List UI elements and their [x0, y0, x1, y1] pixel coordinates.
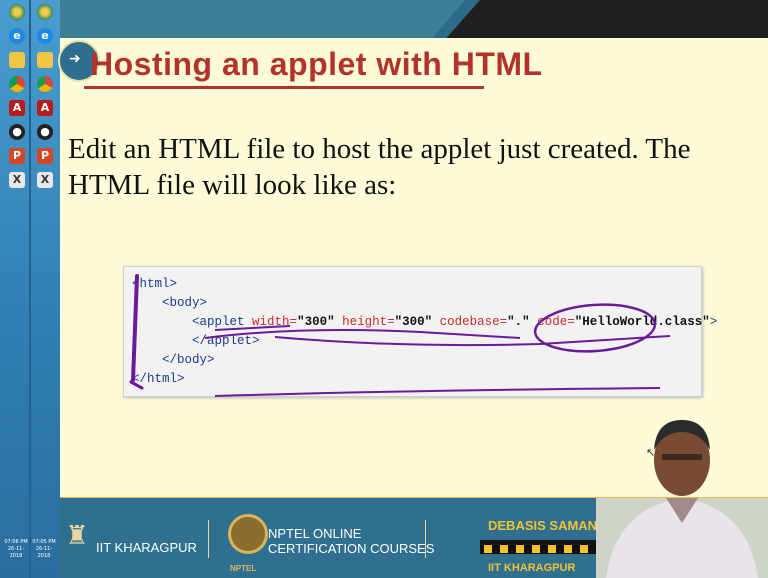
nptel-logo-icon: [228, 514, 268, 554]
media-icon[interactable]: ●: [9, 124, 25, 140]
slide-title: Hosting an applet with HTML: [90, 46, 543, 82]
clock-time: 07:06 PM: [4, 539, 28, 545]
taskbar-column-1: e A ● P X: [4, 4, 30, 196]
pdf-icon[interactable]: A: [9, 100, 25, 116]
footer-org: IIT KHARAGPUR: [96, 540, 197, 555]
code-attr-height: height=: [342, 315, 395, 329]
code-applet-open: <applet: [192, 315, 245, 329]
taskbar-clock[interactable]: 07:05 PM 26-11-2018: [31, 539, 57, 560]
powerpoint-icon[interactable]: P: [9, 148, 25, 164]
footer-nptel: NPTEL ONLINE CERTIFICATION COURSES: [268, 526, 434, 556]
code-attr-code: code=: [537, 315, 575, 329]
chrome-icon[interactable]: [37, 76, 53, 92]
footer-separator: [208, 520, 209, 558]
clock-date: 26-11-2018: [35, 546, 53, 559]
ie-icon[interactable]: e: [9, 28, 25, 44]
presenter-org: IIT KHARAGPUR: [488, 562, 576, 574]
code-line-body-close: </body>: [162, 353, 215, 367]
mouse-cursor-icon: ↖: [646, 446, 656, 459]
code-attr-width: width=: [252, 315, 298, 329]
code-val-width: "300": [297, 315, 335, 329]
taskbar-column-2: e A ● P X: [32, 4, 58, 196]
code-attr-codebase: codebase=: [439, 315, 508, 329]
clock-time: 07:05 PM: [32, 539, 56, 545]
presenter-glasses: [662, 454, 702, 460]
iit-logo-icon: ♜: [65, 521, 89, 551]
slide-body-text: Edit an HTML file to host the applet jus…: [68, 133, 691, 201]
folder-icon[interactable]: [9, 52, 25, 68]
ie-icon[interactable]: e: [37, 28, 53, 44]
nptel-logo-text: NPTEL: [230, 564, 257, 573]
code-line-html-close: </html>: [132, 372, 185, 386]
presenter-name: DEBASIS SAMANTA: [488, 518, 614, 533]
presenter-video: [596, 420, 768, 578]
pdf-icon[interactable]: A: [37, 100, 53, 116]
code-block: <html> <body> <applet width="300" height…: [132, 275, 717, 389]
excel-icon[interactable]: X: [37, 172, 53, 188]
code-line-html-open: <html>: [132, 277, 178, 291]
excel-icon[interactable]: X: [9, 172, 25, 188]
top-banner-teal: [60, 0, 465, 38]
footer-separator: [425, 520, 426, 558]
taskbar-clock[interactable]: 07:06 PM 26-11-2018: [3, 539, 29, 560]
code-applet-open-close: >: [709, 315, 718, 329]
footer-nptel-line2: CERTIFICATION COURSES: [268, 541, 435, 556]
code-line-applet-close: </applet>: [192, 334, 260, 348]
program-icon[interactable]: [9, 4, 25, 20]
code-line-body-open: <body>: [162, 296, 208, 310]
code-val-codebase: ".": [507, 315, 530, 329]
arrow-right-icon: ➜: [69, 51, 81, 67]
clock-date: 26-11-2018: [7, 546, 25, 559]
program-icon[interactable]: [37, 4, 53, 20]
code-val-code: "HelloWorld.class": [574, 315, 710, 329]
code-val-height: "300": [394, 315, 433, 329]
footer-icon-strip: [480, 540, 600, 554]
title-underline: [84, 86, 484, 89]
media-icon[interactable]: ●: [37, 124, 53, 140]
taskbar: e A ● P X e A ● P X 07:06 PM 26-11-2018 …: [0, 0, 60, 578]
code-snippet: <html> <body> <applet width="300" height…: [123, 266, 717, 397]
powerpoint-icon[interactable]: P: [37, 148, 53, 164]
folder-icon[interactable]: [37, 52, 53, 68]
chrome-icon[interactable]: [9, 76, 25, 92]
footer-nptel-line1: NPTEL ONLINE: [268, 526, 362, 541]
